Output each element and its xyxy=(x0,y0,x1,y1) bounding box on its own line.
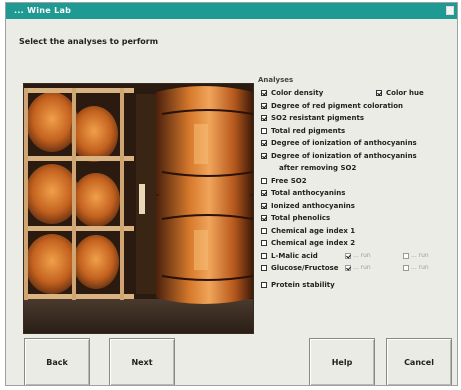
wine-barrels-photo xyxy=(23,83,254,334)
checkbox[interactable] xyxy=(261,202,267,209)
glucose-option-2[interactable]: ... run xyxy=(403,262,429,275)
analysis-row-continuation: after removing SO2 xyxy=(261,162,457,175)
analysis-row[interactable]: Glucose/Fructose ... run ... run xyxy=(261,262,457,275)
checkbox[interactable] xyxy=(261,252,267,259)
analysis-label: after removing SO2 xyxy=(279,164,357,172)
analysis-label: Total anthocyanins xyxy=(271,189,346,197)
checkbox[interactable] xyxy=(403,265,409,271)
analysis-label: Degree of ionization of anthocyanins xyxy=(271,151,417,160)
analysis-label: Degree of ionization of anthocyanins xyxy=(271,139,417,147)
analysis-label: Glucose/Fructose xyxy=(271,264,339,272)
analysis-row[interactable]: Free SO2 xyxy=(261,175,457,188)
color-hue-checkbox[interactable] xyxy=(376,90,382,96)
analysis-label: Color density xyxy=(271,89,324,97)
checkbox[interactable] xyxy=(261,140,267,146)
analyses-group-label: Analyses xyxy=(258,76,294,84)
analysis-label: L-Malic acid xyxy=(271,251,318,260)
checkbox[interactable] xyxy=(261,127,267,134)
option-label: ... run xyxy=(411,264,429,271)
option-label: ... run xyxy=(353,251,371,259)
analysis-row[interactable]: Degree of ionization of anthocyanins xyxy=(261,137,457,150)
analysis-row[interactable]: Protein stability xyxy=(261,279,457,292)
next-button[interactable]: Next xyxy=(109,338,175,385)
option-label: ... run xyxy=(411,251,429,259)
instruction-text: Select the analyses to perform xyxy=(19,37,159,46)
checkbox[interactable] xyxy=(261,115,267,121)
checkbox[interactable] xyxy=(345,252,351,259)
analysis-row[interactable]: Total red pigments xyxy=(261,125,457,138)
analysis-label: Chemical age index 2 xyxy=(271,239,356,247)
checkbox[interactable] xyxy=(403,252,409,259)
analysis-row[interactable]: Color density Color hue xyxy=(261,87,457,100)
glucose-option-1[interactable]: ... run xyxy=(345,262,371,275)
back-button[interactable]: Back xyxy=(24,338,90,385)
analysis-label: Protein stability xyxy=(271,280,335,289)
analysis-label: Degree of red pigment coloration xyxy=(271,101,404,110)
checkbox[interactable] xyxy=(261,177,267,184)
analysis-row[interactable]: Degree of red pigment coloration xyxy=(261,100,457,113)
analysis-row[interactable]: L-Malic acid ... run ... run xyxy=(261,250,457,263)
option-label: ... run xyxy=(353,264,371,271)
checkbox[interactable] xyxy=(261,265,267,271)
wizard-window: ... Wine Lab Select the analyses to perf… xyxy=(5,2,458,386)
cancel-button[interactable]: Cancel xyxy=(386,338,452,385)
checkbox[interactable] xyxy=(261,90,267,96)
checkbox[interactable] xyxy=(261,281,267,288)
analysis-row[interactable]: Degree of ionization of anthocyanins xyxy=(261,150,457,163)
analysis-label: Free SO2 xyxy=(271,176,307,185)
title-bar[interactable]: ... Wine Lab xyxy=(6,3,457,19)
checkbox[interactable] xyxy=(261,240,267,246)
analysis-row[interactable]: Total phenolics xyxy=(261,212,457,225)
analysis-row[interactable]: Ionized anthocyanins xyxy=(261,200,457,213)
checkbox[interactable] xyxy=(261,215,267,221)
color-hue-label: Color hue xyxy=(386,89,424,97)
malic-option-1[interactable]: ... run xyxy=(345,250,371,263)
checkbox[interactable] xyxy=(261,227,267,234)
window-title: ... Wine Lab xyxy=(14,6,72,15)
close-icon[interactable] xyxy=(446,6,454,15)
checkbox[interactable] xyxy=(345,265,351,271)
analysis-row[interactable]: Total anthocyanins xyxy=(261,187,457,200)
analysis-row[interactable]: Chemical age index 1 xyxy=(261,225,457,238)
analysis-label: Total red pigments xyxy=(271,126,346,135)
checkbox[interactable] xyxy=(261,190,267,196)
analysis-label: Chemical age index 1 xyxy=(271,226,356,235)
analysis-label: SO2 resistant pigments xyxy=(271,114,365,122)
help-button[interactable]: Help xyxy=(309,338,375,385)
checkbox[interactable] xyxy=(261,152,267,159)
checkbox[interactable] xyxy=(261,102,267,109)
analysis-row[interactable]: Chemical age index 2 xyxy=(261,237,457,250)
malic-option-2[interactable]: ... run xyxy=(403,250,429,263)
analysis-label: Ionized anthocyanins xyxy=(271,201,355,210)
analysis-label: Total phenolics xyxy=(271,214,331,222)
analysis-row[interactable]: SO2 resistant pigments xyxy=(261,112,457,125)
analyses-checklist: Color density Color hue Degree of red pi… xyxy=(261,87,457,292)
